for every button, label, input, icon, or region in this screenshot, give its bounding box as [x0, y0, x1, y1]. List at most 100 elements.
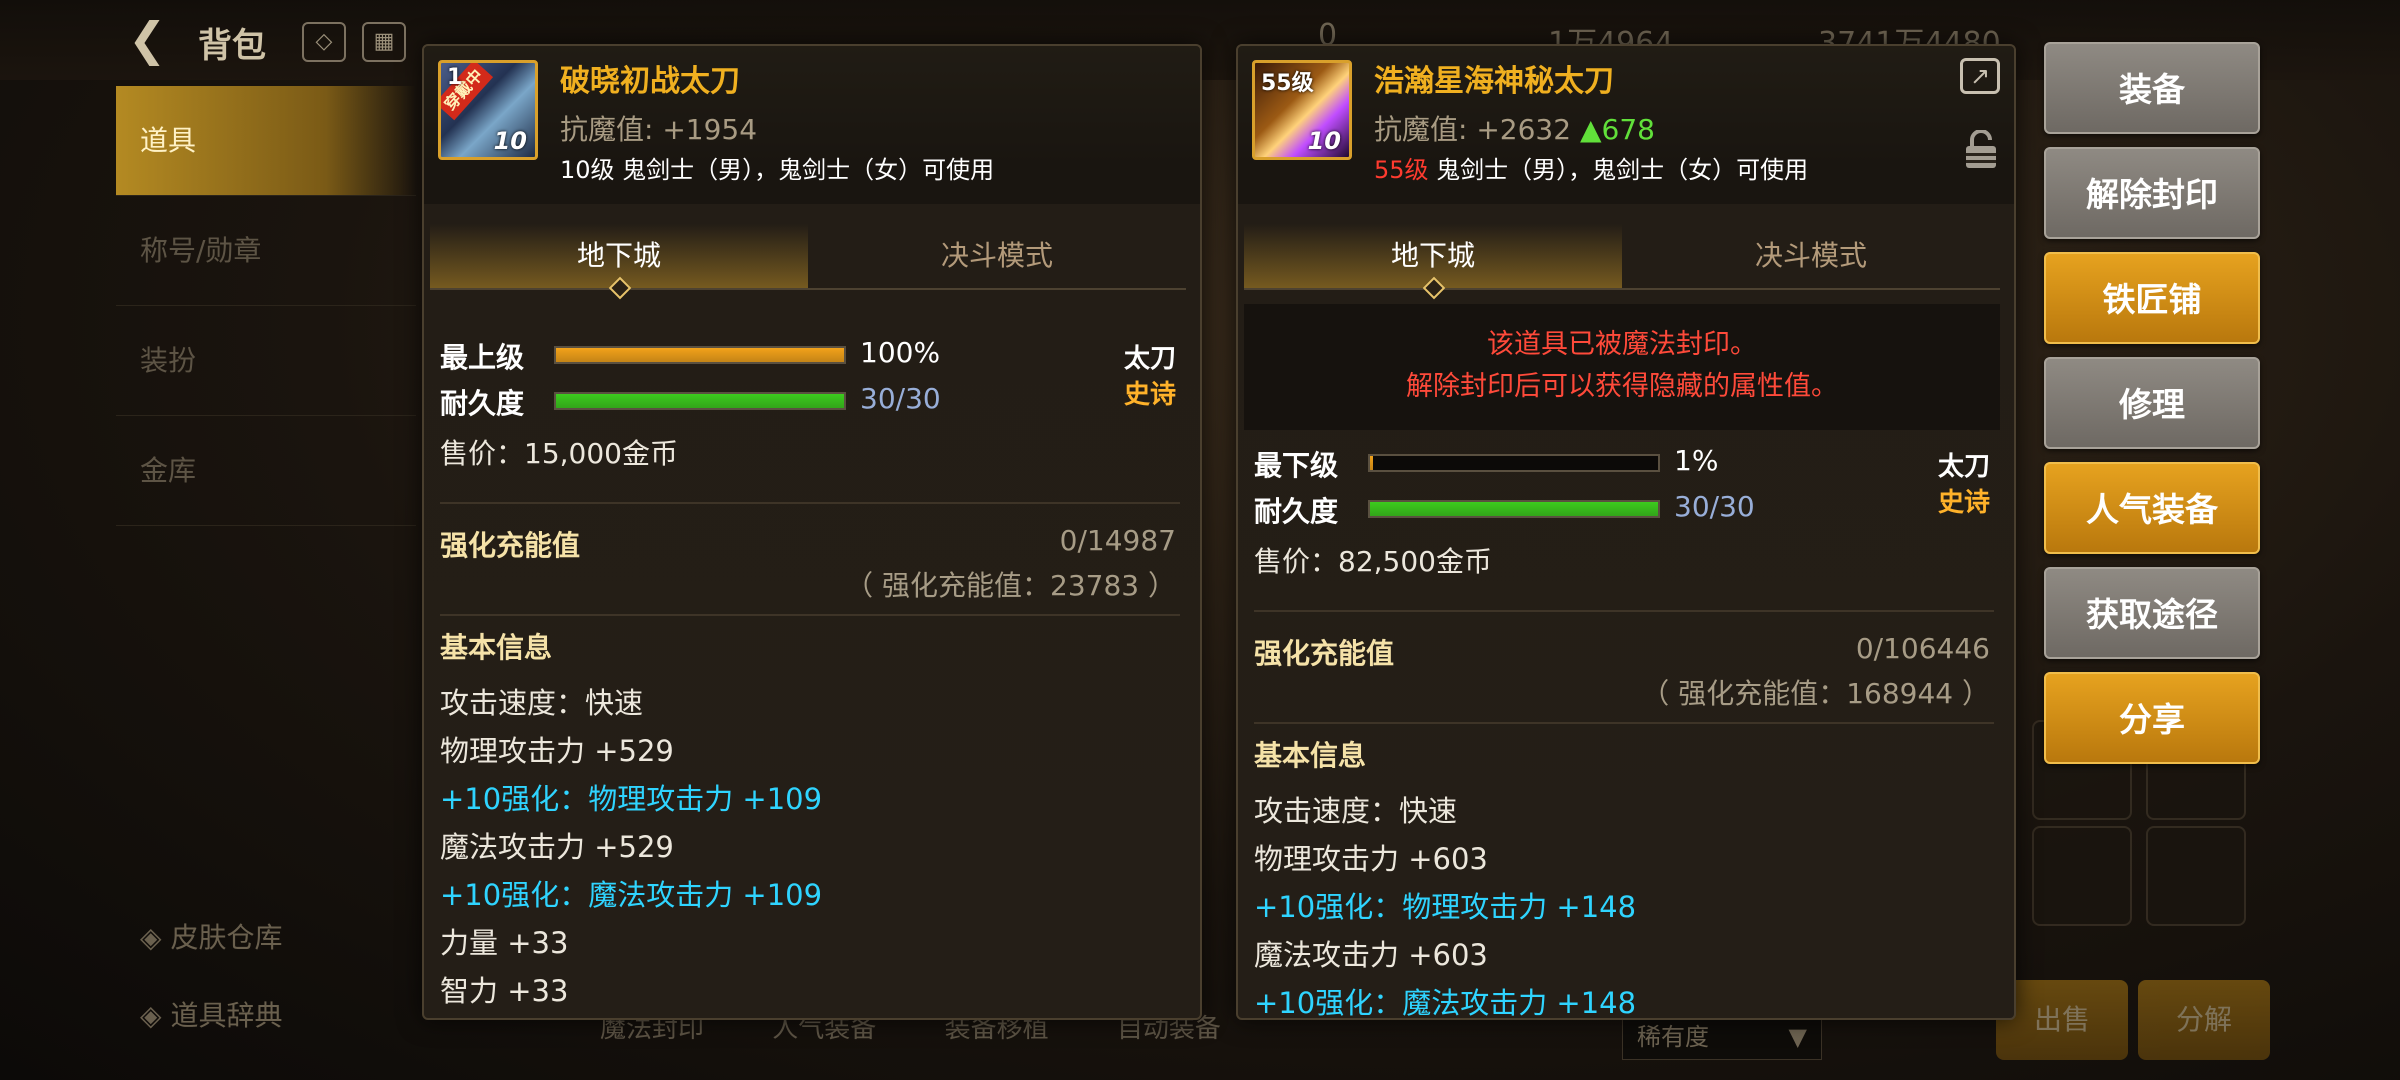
usage-requirement: 10级 鬼剑士（男），鬼剑士（女）可使用 [560, 150, 994, 185]
usage-level: 10级 [560, 156, 615, 184]
grade-bar-fill [1370, 456, 1373, 470]
item-name: 浩瀚星海神秘太刀 [1374, 64, 1614, 99]
divider [440, 502, 1180, 504]
stat-line: 智力 +33 [440, 974, 569, 1008]
equipped-item-panel: 穿戴中 1 10 破晓初战太刀 抗魔值: +1954 10级 鬼剑士（男），鬼剑… [422, 44, 1202, 1020]
item-dictionary-button[interactable]: ◈ 道具辞典 [140, 994, 282, 1034]
rarity-label: 史诗 [1123, 380, 1176, 410]
usage-text: 鬼剑士（男），鬼剑士（女）可使用 [614, 156, 995, 184]
durability-label: 耐久度 [1254, 495, 1339, 528]
left-nav: 道具 称号/勋章 装扮 金库 [116, 82, 416, 982]
divider [440, 614, 1180, 616]
usage-level: 55级 [1374, 156, 1429, 184]
mode-tabs: 地下城 决斗模式 [430, 224, 1186, 300]
durability-value: 30/30 [1674, 490, 1755, 523]
item-dictionary-label: 道具辞典 [170, 999, 283, 1032]
inventory-slot[interactable] [2146, 826, 2246, 926]
disassemble-label: 分解 [2175, 1003, 2232, 1036]
magic-resist-label: 抗魔值: [560, 113, 654, 146]
inventory-slot[interactable] [2032, 826, 2132, 926]
lock-icon [1966, 130, 1996, 168]
magic-resist-value: +1954 [662, 113, 758, 146]
durability-bar-fill [556, 394, 844, 408]
action-button[interactable]: 人气装备 [2044, 462, 2260, 554]
nav-item-vault[interactable]: 金库 [116, 416, 416, 526]
basic-info-title: 基本信息 [1254, 739, 1367, 772]
seal-notice-line2: 解除封印后可以获得隐藏的属性值。 [1406, 371, 1838, 402]
gem-icon[interactable]: ◇ [302, 22, 346, 62]
enhance-stat-line: +10强化：物理攻击力 +109 [440, 782, 823, 816]
sell-price: 售价：15,000金币 [440, 437, 678, 470]
enhance-level: 10 [493, 127, 527, 155]
enhance-stat-line: +10强化：魔法攻击力 +148 [1254, 986, 1637, 1020]
stat-line: 魔法攻击力 +529 [440, 830, 674, 864]
usage-requirement: 55级 鬼剑士（男），鬼剑士（女）可使用 [1374, 150, 1808, 185]
skin-storage-icon: ◈ [140, 921, 171, 954]
disassemble-button[interactable]: 分解 [2138, 980, 2270, 1060]
grade-label: 最上级 [440, 341, 525, 374]
share-icon[interactable]: ↗ [1960, 58, 2000, 94]
stat-line: 魔法攻击力 +603 [1254, 938, 1488, 972]
action-button[interactable]: 解除封印 [2044, 147, 2260, 239]
weapon-type: 太刀 [1123, 344, 1176, 374]
dictionary-icon: ◈ [140, 999, 171, 1032]
stat-line: 攻击速度：快速 [440, 686, 644, 720]
stat-line: 力量 +33 [440, 926, 569, 960]
sort-icon[interactable]: ▦ [362, 22, 406, 62]
action-button[interactable]: 装备 [2044, 42, 2260, 134]
divider [1254, 722, 1994, 724]
skin-storage-label: 皮肤仓库 [170, 921, 283, 954]
tab-divider [1244, 288, 2000, 290]
compared-item-panel: 55级 10 浩瀚星海神秘太刀 抗魔值: +2632 ▲678 55级 鬼剑士（… [1236, 44, 2016, 1020]
back-arrow-icon[interactable]: ❮ [128, 14, 184, 64]
item-level-badge: 1 [447, 65, 463, 90]
sell-price: 售价：82,500金币 [1254, 545, 1492, 578]
charge-value: 0/14987 [1059, 524, 1176, 557]
divider [1254, 610, 1994, 612]
mode-tabs: 地下城 决斗模式 [1244, 224, 2000, 300]
sword-icon: 穿戴中 1 10 [438, 60, 538, 160]
durability-bar-fill [1370, 502, 1658, 516]
nav-item-titles[interactable]: 称号/勋章 [116, 196, 416, 306]
seal-notice-line1: 该道具已被魔法封印。 [1487, 329, 1757, 360]
basic-info-title: 基本信息 [440, 631, 553, 664]
nav-item-items[interactable]: 道具 [116, 86, 416, 196]
nav-item-costume[interactable]: 装扮 [116, 306, 416, 416]
grade-bar [554, 346, 846, 364]
sword-icon: 55级 10 [1252, 60, 1352, 160]
magic-resist-label: 抗魔值: [1374, 113, 1468, 146]
grade-label: 最下级 [1254, 449, 1339, 482]
charge-total: （ 强化充能值：23783 ） [845, 569, 1176, 602]
grade-value: 1% [1674, 444, 1719, 477]
action-button[interactable]: 铁匠铺 [2044, 252, 2260, 344]
magic-resist-increase: ▲678 [1579, 113, 1655, 146]
grade-value: 100% [860, 336, 941, 369]
skin-storage-button[interactable]: ◈ 皮肤仓库 [140, 916, 282, 956]
action-button[interactable]: 获取途径 [2044, 567, 2260, 659]
action-button[interactable]: 修理 [2044, 357, 2260, 449]
durability-bar [554, 392, 846, 410]
charge-title: 强化充能值 [1254, 637, 1395, 670]
durability-bar [1368, 500, 1660, 518]
magic-resist: 抗魔值: +2632 ▲678 [1374, 108, 1655, 148]
grade-bar [1368, 454, 1660, 472]
rarity-dropdown-label: 稀有度 [1637, 1023, 1709, 1051]
enhance-stat-line: +10强化：物理攻击力 +148 [1254, 890, 1637, 924]
item-level-badge: 55级 [1261, 71, 1314, 96]
item-name: 破晓初战太刀 [560, 64, 740, 99]
stat-line: 物理攻击力 +603 [1254, 842, 1488, 876]
weapon-type: 太刀 [1937, 452, 1990, 482]
rarity-label: 史诗 [1937, 488, 1990, 518]
action-button[interactable]: 分享 [2044, 672, 2260, 764]
charge-title: 强化充能值 [440, 529, 581, 562]
page-title: 背包 [198, 26, 266, 66]
tab-duel[interactable]: 决斗模式 [1622, 224, 2000, 288]
grade-bar-fill [556, 348, 844, 362]
tab-divider [430, 288, 1186, 290]
magic-resist-value: +2632 [1476, 113, 1572, 146]
durability-value: 30/30 [860, 382, 941, 415]
charge-total: （ 强化充能值：168944 ） [1641, 677, 1990, 710]
durability-label: 耐久度 [440, 387, 525, 420]
sell-label: 出售 [2033, 1003, 2090, 1036]
tab-duel[interactable]: 决斗模式 [808, 224, 1186, 288]
